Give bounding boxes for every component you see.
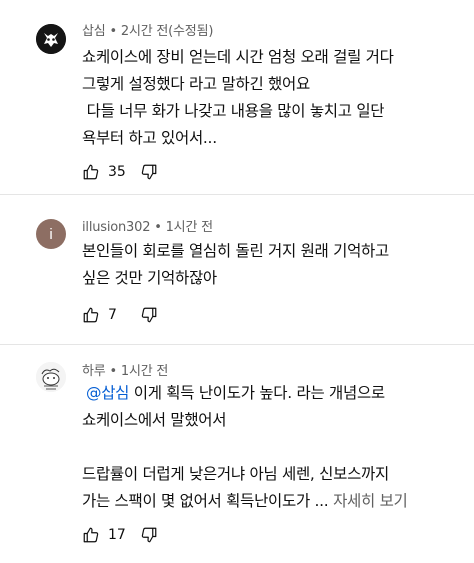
thumbs-up-icon: [83, 164, 99, 180]
avatar[interactable]: [36, 24, 66, 54]
thumbs-down-icon: [141, 307, 157, 323]
comment-text: 쇼케이스에 장비 얻는데 시간 엄청 오래 걸릴 거다 그렇게 설정했다 라고 …: [82, 48, 394, 147]
thumbs-up-icon: [83, 527, 99, 543]
avatar-letter: i: [49, 225, 53, 243]
read-more-link[interactable]: 자세히 보기: [333, 492, 408, 510]
like-button[interactable]: [82, 306, 100, 324]
edited-label: (수정됨): [168, 24, 214, 39]
comment-time[interactable]: 1시간 전: [166, 220, 213, 235]
dislike-button[interactable]: [140, 163, 158, 181]
thumbs-up-icon: [83, 307, 99, 323]
avatar[interactable]: i: [36, 219, 66, 249]
divider: [0, 194, 474, 195]
thumbs-down-icon: [141, 164, 157, 180]
comment-meta: 삽심 • 2시간 전(수정됨): [82, 24, 214, 39]
thumbs-down-icon: [141, 527, 157, 543]
comment-2: i illusion302 • 1시간 전 본인들이 회로를 열심히 돌린 거지…: [0, 200, 474, 340]
comment-1: 삽심 • 2시간 전(수정됨) 쇼케이스에 장비 얻는데 시간 엄청 오래 걸릴…: [0, 0, 474, 190]
cat-avatar-icon: [36, 24, 66, 54]
comment-3: 하루 • 1시간 전 @삽심 이게 획득 난이도가 높다. 라는 개념으로 쇼케…: [0, 348, 474, 563]
like-count: 7: [108, 307, 117, 323]
like-count: 35: [108, 164, 126, 180]
comment-time[interactable]: 2시간 전: [121, 24, 168, 39]
sketch-avatar-icon: [36, 362, 66, 392]
comment-time[interactable]: 1시간 전: [121, 364, 168, 379]
like-button[interactable]: [82, 163, 100, 181]
author-name[interactable]: 하루: [82, 364, 106, 379]
author-name[interactable]: 삽심: [82, 24, 106, 39]
dislike-button[interactable]: [140, 306, 158, 324]
comment-meta: illusion302 • 1시간 전: [82, 220, 213, 235]
like-button[interactable]: [82, 526, 100, 544]
comment-actions: 17: [82, 523, 158, 547]
dislike-button[interactable]: [140, 526, 158, 544]
avatar[interactable]: [36, 362, 66, 392]
divider: [0, 344, 474, 345]
mention-link[interactable]: @삽심: [86, 384, 129, 402]
comment-text: 본인들이 회로를 열심히 돌린 거지 원래 기억하고 싶은 것만 기억하잖아: [82, 242, 389, 287]
like-count: 17: [108, 527, 126, 543]
comment-text: @삽심 이게 획득 난이도가 높다. 라는 개념으로 쇼케이스에서 말했어서 드…: [82, 384, 408, 510]
author-name[interactable]: illusion302: [82, 220, 150, 235]
comment-meta: 하루 • 1시간 전: [82, 364, 169, 379]
comment-actions: 35: [82, 160, 158, 184]
comment-actions: 7: [82, 303, 158, 327]
